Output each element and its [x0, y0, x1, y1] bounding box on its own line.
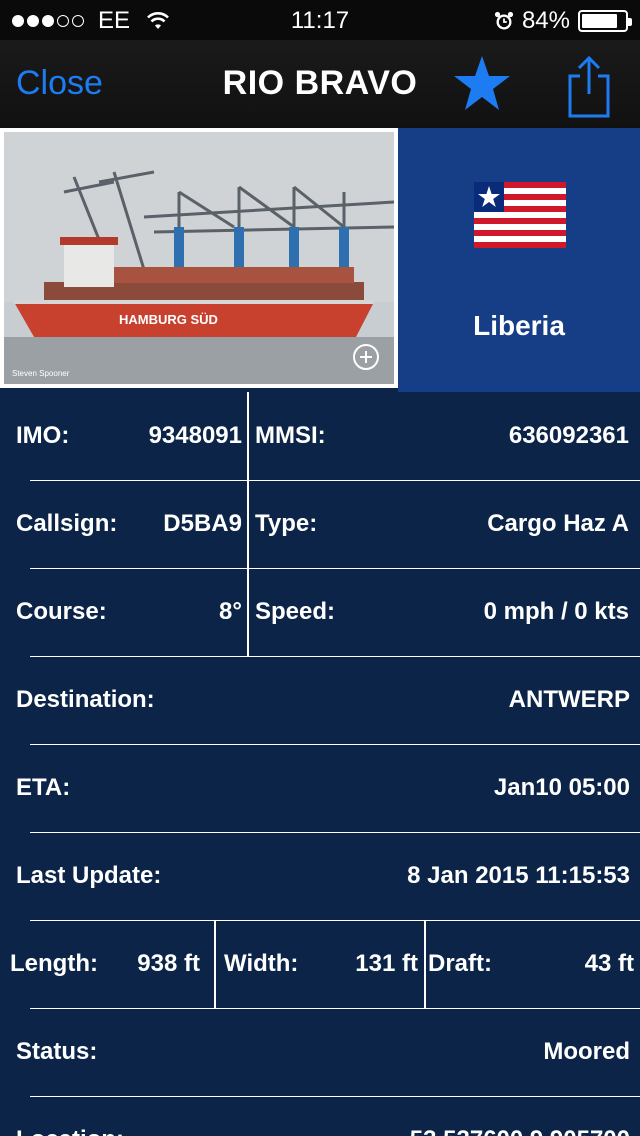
speed-value: 0 mph / 0 kts: [483, 598, 629, 625]
length-value: 938 ft: [137, 950, 200, 977]
photo-credit: Steven Spooner: [12, 369, 70, 378]
ship-image: HAMBURG SÜD Steven Spooner: [4, 132, 394, 384]
callsign-label: Callsign:: [16, 510, 118, 537]
details-row-course-speed: Course: 8° Speed: 0 mph / 0 kts: [0, 568, 640, 656]
status-value: Moored: [543, 1038, 630, 1065]
status-cell: Status: Moored: [16, 1008, 630, 1096]
alarm-icon: [494, 11, 514, 30]
divider: [247, 480, 249, 568]
width-label: Width:: [224, 950, 299, 977]
mmsi-label: MMSI:: [255, 422, 326, 449]
details-row-status: Status: Moored: [0, 1008, 640, 1096]
status-label: Status:: [16, 1038, 98, 1065]
star-icon[interactable]: [452, 54, 512, 114]
battery-icon: [578, 10, 632, 32]
eta-value: Jan10 05:00: [493, 774, 630, 801]
status-bar: EE 11:17 84%: [0, 0, 640, 40]
width-cell: Width: 131 ft: [224, 920, 418, 1008]
mmsi-cell: MMSI: 636092361: [255, 392, 629, 480]
imo-label: IMO:: [16, 422, 70, 449]
details-row-imo-mmsi: IMO: 9348091 MMSI: 636092361: [0, 392, 640, 480]
last-update-label: Last Update:: [16, 862, 162, 889]
eta-label: ETA:: [16, 774, 71, 801]
course-cell: Course: 8°: [16, 568, 242, 656]
location-cell: Location: 53.537600,9.905700: [16, 1096, 630, 1136]
battery-level: [582, 14, 618, 28]
details-row-callsign-type: Callsign: D5BA9 Type: Cargo Haz A: [0, 480, 640, 568]
imo-value: 9348091: [148, 422, 242, 449]
draft-value: 43 ft: [584, 950, 634, 977]
type-label: Type:: [255, 510, 318, 537]
length-cell: Length: 938 ft: [10, 920, 200, 1008]
vessel-details: IMO: 9348091 MMSI: 636092361 Callsign: D…: [0, 392, 640, 1136]
mmsi-value: 636092361: [508, 422, 629, 449]
liberia-flag-icon: [474, 182, 566, 248]
divider: [214, 920, 216, 1008]
vessel-photo[interactable]: HAMBURG SÜD Steven Spooner: [4, 132, 394, 384]
callsign-cell: Callsign: D5BA9: [16, 480, 242, 568]
divider: [247, 568, 249, 656]
divider: [247, 392, 249, 480]
vessel-photo-frame[interactable]: HAMBURG SÜD Steven Spooner: [0, 128, 398, 388]
destination-cell: Destination: ANTWERP: [16, 656, 630, 744]
svg-text:HAMBURG SÜD: HAMBURG SÜD: [119, 312, 218, 327]
width-value: 131 ft: [355, 950, 418, 977]
country-name: Liberia: [473, 310, 565, 341]
details-row-location: Location: 53.537600,9.905700: [0, 1096, 640, 1136]
status-right: 84%: [494, 7, 632, 35]
details-row-last-update: Last Update: 8 Jan 2015 11:15:53: [0, 832, 640, 920]
course-label: Course:: [16, 598, 107, 625]
last-update-value: 8 Jan 2015 11:15:53: [407, 862, 630, 889]
speed-label: Speed:: [255, 598, 336, 625]
details-row-destination: Destination: ANTWERP: [0, 656, 640, 744]
type-cell: Type: Cargo Haz A: [255, 480, 629, 568]
page-title: RIO BRAVO: [222, 64, 418, 102]
draft-cell: Draft: 43 ft: [428, 920, 634, 1008]
details-row-dimensions: Length: 938 ft Width: 131 ft Draft: 43 f…: [0, 920, 640, 1008]
location-value: 53.537600,9.905700: [410, 1126, 630, 1136]
share-icon[interactable]: [566, 54, 612, 118]
imo-cell: IMO: 9348091: [16, 392, 242, 480]
length-label: Length:: [10, 950, 98, 977]
speed-cell: Speed: 0 mph / 0 kts: [255, 568, 629, 656]
flag-panel: Liberia: [398, 128, 640, 392]
location-label: Location:: [16, 1126, 124, 1136]
draft-label: Draft:: [428, 950, 492, 977]
eta-cell: ETA: Jan10 05:00: [16, 744, 630, 832]
callsign-value: D5BA9: [163, 510, 242, 537]
type-value: Cargo Haz A: [487, 510, 629, 537]
last-update-cell: Last Update: 8 Jan 2015 11:15:53: [16, 832, 630, 920]
details-row-eta: ETA: Jan10 05:00: [0, 744, 640, 832]
navigation-bar: Close RIO BRAVO: [0, 40, 640, 128]
course-value: 8°: [219, 598, 242, 625]
battery-percent: 84%: [521, 7, 570, 34]
destination-label: Destination:: [16, 686, 155, 713]
divider: [424, 920, 426, 1008]
destination-value: ANTWERP: [508, 686, 630, 713]
